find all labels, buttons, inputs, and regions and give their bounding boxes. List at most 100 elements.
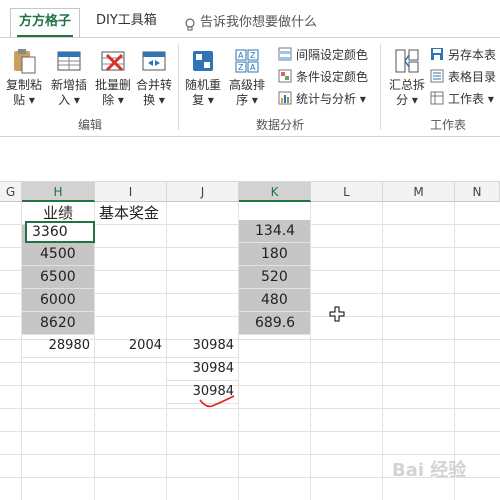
conditional-color-icon xyxy=(278,69,292,83)
svg-text:A: A xyxy=(238,51,244,60)
tab-label: DIY工具箱 xyxy=(96,13,157,28)
button-label: 汇总拆 xyxy=(388,78,425,92)
save-sheet-button[interactable]: 另存本表 xyxy=(430,44,496,64)
formula-area xyxy=(0,138,500,182)
button-label: 入 ▾ xyxy=(58,93,80,107)
column-header-k[interactable]: K xyxy=(239,182,311,202)
conditional-color-button[interactable]: 条件设定颜色 xyxy=(278,66,368,86)
catalog-icon xyxy=(430,69,444,83)
tab-label: 方方格子 xyxy=(19,14,72,29)
tab-fangfanggezi[interactable]: 方方格子 xyxy=(10,8,81,39)
cell-text: 520 xyxy=(261,269,288,285)
small-button-label: 表格目录 xyxy=(448,69,497,84)
cell-text: 3360 xyxy=(32,224,68,240)
small-button-label: 间隔设定颜色 xyxy=(296,47,369,62)
cell-j8-result[interactable]: 30984 xyxy=(167,358,239,381)
svg-text:Z: Z xyxy=(250,51,256,60)
column-header-m[interactable]: M xyxy=(383,182,455,202)
column-header-g[interactable]: G xyxy=(0,182,22,202)
small-button-label: 条件设定颜色 xyxy=(296,69,369,84)
cell-text: 业绩 xyxy=(42,204,73,222)
cell-text: 180 xyxy=(261,246,288,262)
button-label: 批量删 xyxy=(94,78,131,92)
sort-az-icon: AZZA xyxy=(232,46,262,76)
small-button-label: 另存本表 xyxy=(448,47,497,62)
clipboard-icon xyxy=(9,46,39,76)
ribbon-panel: 复制粘 贴 ▾ 新增插 入 ▾ 批量删 除 ▾ 合并转 换 ▾ 编辑 随机重 复… xyxy=(0,37,500,137)
column-header-i[interactable]: I xyxy=(95,182,167,202)
advanced-sort-button[interactable]: AZZA 高级排 序 ▾ xyxy=(226,46,268,108)
tell-me-search[interactable]: 告诉我你想要做什么 xyxy=(176,8,325,38)
statistics-icon xyxy=(278,91,292,105)
interval-color-icon xyxy=(278,47,292,61)
column-header-n[interactable]: N xyxy=(455,182,500,202)
button-label: 新增插 xyxy=(50,78,87,92)
cell-text: 480 xyxy=(261,292,288,308)
cell-text: 689.6 xyxy=(255,315,296,331)
column-header-l[interactable]: L xyxy=(311,182,383,202)
cell-h5[interactable]: 6000 xyxy=(22,289,95,312)
copy-paste-button[interactable]: 复制粘 贴 ▾ xyxy=(4,46,44,108)
svg-text:Z: Z xyxy=(238,63,244,72)
cell-h6[interactable]: 8620 xyxy=(22,312,95,335)
merge-icon xyxy=(139,46,169,76)
cell-text: 28980 xyxy=(48,338,90,353)
statistics-analysis-button[interactable]: 统计与分析 ▾ xyxy=(278,88,366,108)
table-insert-icon xyxy=(54,46,84,76)
watermark-text: Bai 经验 xyxy=(392,460,467,481)
small-button-label: 统计与分析 ▾ xyxy=(296,91,366,106)
lightbulb-icon xyxy=(184,16,196,31)
group-label-sheet: 工作表 xyxy=(430,118,467,132)
cell-k6[interactable]: 689.6 xyxy=(239,312,311,335)
active-cell-h2[interactable]: 3360 xyxy=(25,221,95,243)
cell-text: 基本奖金 xyxy=(99,204,160,222)
group-divider xyxy=(380,44,381,130)
random-repeat-button[interactable]: 随机重 复 ▾ xyxy=(182,46,224,108)
cell-h3[interactable]: 4500 xyxy=(22,243,95,266)
cell-i-header[interactable]: 基本奖金 xyxy=(95,202,167,225)
cell-i7-sum[interactable]: 2004 xyxy=(95,335,167,358)
cell-text: 2004 xyxy=(128,338,162,353)
table-catalog-button[interactable]: 表格目录 xyxy=(430,66,496,86)
button-label: 序 ▾ xyxy=(236,93,258,107)
column-letter: I xyxy=(128,185,133,199)
move-cursor-icon xyxy=(329,306,345,322)
cell-text: 4500 xyxy=(40,246,76,262)
tell-me-text: 告诉我你想要做什么 xyxy=(200,15,318,30)
cell-k2[interactable]: 134.4 xyxy=(239,220,311,243)
delete-table-icon xyxy=(98,46,128,76)
column-header-h[interactable]: H xyxy=(22,182,95,202)
worksheet-button[interactable]: 工作表 ▾ xyxy=(430,88,494,108)
button-label: 合并转 xyxy=(135,78,172,92)
button-label: 换 ▾ xyxy=(143,93,165,107)
tab-diy-toolbox[interactable]: DIY工具箱 xyxy=(88,8,165,38)
column-letter: H xyxy=(53,185,63,199)
batch-delete-button[interactable]: 批量删 除 ▾ xyxy=(92,46,134,108)
cell-k5[interactable]: 480 xyxy=(239,289,311,312)
button-label: 除 ▾ xyxy=(102,93,124,107)
save-icon xyxy=(430,47,444,61)
cell-h4[interactable]: 6500 xyxy=(22,266,95,289)
insert-button[interactable]: 新增插 入 ▾ xyxy=(48,46,90,108)
column-letter: L xyxy=(343,185,350,199)
column-letter: N xyxy=(472,185,482,199)
cell-text: 30984 xyxy=(192,361,234,376)
baidu-watermark: Bai 经验 xyxy=(392,456,466,482)
summary-split-button[interactable]: 汇总拆 分 ▾ xyxy=(386,46,428,108)
cell-k4[interactable]: 520 xyxy=(239,266,311,289)
group-label-analysis: 数据分析 xyxy=(256,118,305,132)
group-divider xyxy=(178,44,179,130)
dice-icon xyxy=(188,46,218,76)
red-checkmark-icon xyxy=(199,395,235,408)
ribbon-tab-bar: 方方格子 DIY工具箱 告诉我你想要做什么 xyxy=(0,0,500,39)
cell-j7-result[interactable]: 30984 xyxy=(167,335,239,358)
interval-color-button[interactable]: 间隔设定颜色 xyxy=(278,44,368,64)
cell-h7-sum[interactable]: 28980 xyxy=(22,335,95,358)
summary-split-icon xyxy=(392,46,422,76)
cell-k3[interactable]: 180 xyxy=(239,243,311,266)
column-header-j[interactable]: J xyxy=(167,182,239,202)
merge-convert-button[interactable]: 合并转 换 ▾ xyxy=(134,46,174,108)
column-letter: K xyxy=(270,185,279,199)
button-label: 分 ▾ xyxy=(396,93,418,107)
button-label: 高级排 xyxy=(228,78,265,92)
